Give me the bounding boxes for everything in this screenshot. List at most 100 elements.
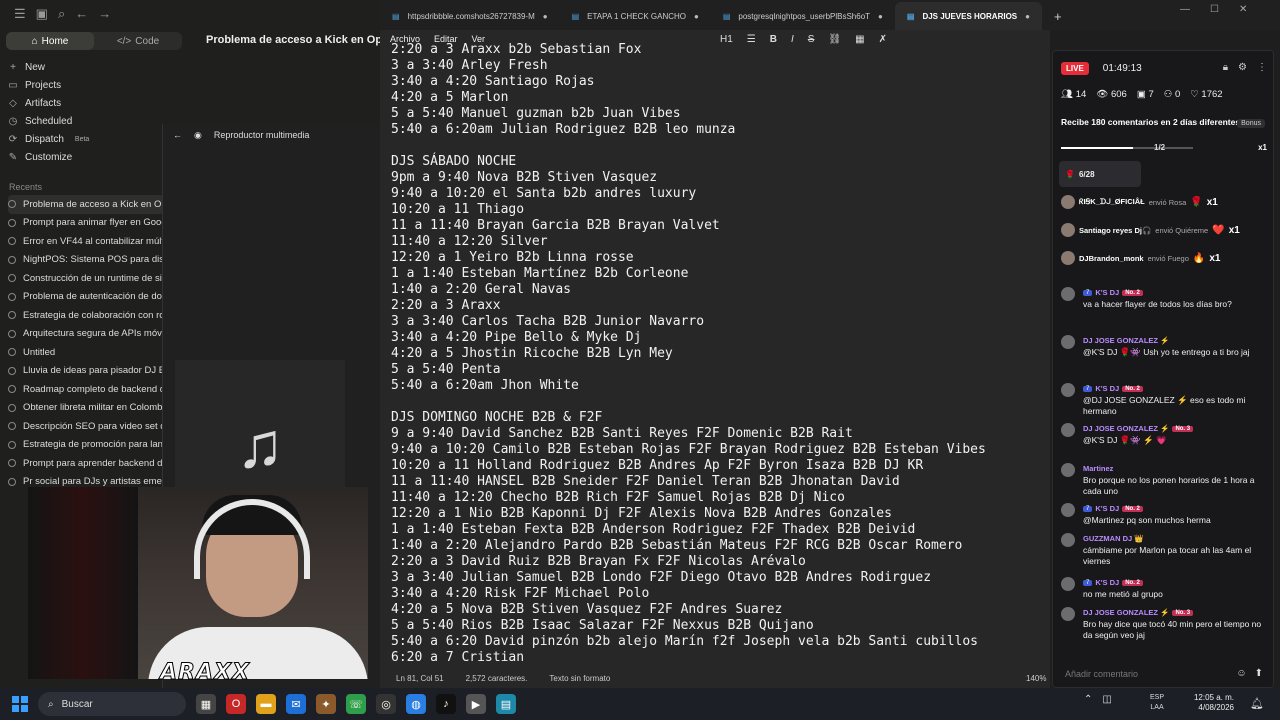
recent-chat-item[interactable]: Error en VF44 al contabilizar múlt xyxy=(8,232,164,251)
back-arrow-icon[interactable]: ← xyxy=(173,130,182,140)
tab-2[interactable]: ▤ ETAPA 1 CHECK GANCHO ● xyxy=(560,2,711,30)
notepad-taskbar-icon[interactable]: ▤ xyxy=(496,694,516,714)
app-icon[interactable]: ✦ xyxy=(316,694,336,714)
recent-chat-item[interactable]: Arquitectura segura de APIs móvi xyxy=(8,325,164,344)
back-arrow-icon[interactable]: ← xyxy=(75,6,88,22)
chat-username[interactable]: K'S DJ xyxy=(1095,504,1119,513)
editor-line: 11:40 a 12:20 Silver xyxy=(391,234,548,249)
dispatch-icon: ⟳ xyxy=(8,133,18,145)
windows-start-icon[interactable] xyxy=(12,696,28,712)
emoji-icon[interactable]: ☺ xyxy=(1236,668,1246,679)
stream-timer: 01:49:13 xyxy=(1102,63,1142,74)
maximize-icon[interactable]: ☐ xyxy=(1210,4,1219,15)
close-tab-icon[interactable]: ● xyxy=(543,12,548,21)
avatar xyxy=(1061,607,1075,621)
lock-icon[interactable]: 🔒︎ xyxy=(1223,62,1228,73)
chat-bubble-icon xyxy=(8,292,16,301)
mail-icon[interactable]: ✉ xyxy=(286,694,306,714)
more-icon[interactable]: ⋮ xyxy=(1257,62,1267,73)
recent-chat-item[interactable]: Untitled xyxy=(8,343,164,362)
sidebar-item-new[interactable]: + New xyxy=(8,58,168,76)
chat-username[interactable]: K'S DJ xyxy=(1095,578,1119,587)
tab-strip: ▤ httpsdribbble.comshots26727839-M ● ▤ ETAPA… xyxy=(380,0,1280,30)
chat-username[interactable]: K'S DJ xyxy=(1095,288,1119,297)
sidebar-item-artifacts[interactable]: ◇ Artifacts xyxy=(8,94,168,112)
avatar xyxy=(1061,287,1075,301)
chevron-up-icon[interactable]: ⌃ xyxy=(1084,694,1092,705)
message-text: @K'S DJ 🌹👾 Ush yo te entrego a ti bro ja… xyxy=(1083,347,1250,357)
recent-chat-item[interactable]: Prompt para aprender backend de xyxy=(8,454,164,473)
sidebar-item-projects[interactable]: ▭ Projects xyxy=(8,76,168,94)
recent-chat-item[interactable]: Estrategia de promoción para lanz xyxy=(8,436,164,455)
widgets-icon[interactable]: ▦ xyxy=(196,694,216,714)
recent-chat-item[interactable]: Prompt para animar flyer en Goog xyxy=(8,214,164,233)
recent-chat-item[interactable]: Roadmap completo de backend de xyxy=(8,380,164,399)
recent-chat-item[interactable]: Problema de acceso a Kick en Ope xyxy=(8,195,164,214)
home-tab[interactable]: ⌂ Home xyxy=(6,32,94,50)
notification-bell-icon[interactable]: 🔔︎ xyxy=(1250,697,1264,710)
sidebar-toggle-icon[interactable]: ▣ xyxy=(36,6,48,22)
sidebar-item-dispatch[interactable]: ⟳ Dispatch Beta xyxy=(8,130,168,148)
message-header: GUZZMAN DJ 👑 xyxy=(1083,534,1144,543)
sidebar-item-scheduled[interactable]: ◷ Scheduled xyxy=(8,112,168,130)
search-icon[interactable]: ⌕ xyxy=(58,6,65,22)
gift-multiplier: x1 xyxy=(1209,252,1221,264)
close-tab-icon[interactable]: ● xyxy=(694,12,699,21)
gifts-count: 7 xyxy=(1148,89,1154,100)
zoom-level[interactable]: 140% xyxy=(1026,674,1046,683)
chat-username[interactable]: K'S DJ xyxy=(1095,384,1119,393)
recent-chat-item[interactable]: Obtener libreta militar en Colomb xyxy=(8,399,164,418)
recent-chat-title: Problema de acceso a Kick en Ope xyxy=(23,198,164,210)
taskbar-search[interactable]: ⌕ Buscar xyxy=(38,692,186,716)
send-icon[interactable]: ⬆ xyxy=(1255,668,1263,679)
file-explorer-icon[interactable]: ▬ xyxy=(256,694,276,714)
tab-3[interactable]: ▤ postgresqlnightpos_userbPlBsSh6oT ● xyxy=(711,2,895,30)
chat-username[interactable]: GUZZMAN DJ 👑 xyxy=(1083,534,1144,543)
avatar xyxy=(1061,533,1075,547)
recent-chat-item[interactable]: Lluvia de ideas para pisador DJ B2 xyxy=(8,362,164,381)
menu-icon[interactable]: ☰ xyxy=(14,6,26,22)
tiktok-icon[interactable]: ♪ xyxy=(436,694,456,714)
recent-chat-item[interactable]: Descripción SEO para video set d xyxy=(8,417,164,436)
close-tab-icon[interactable]: ● xyxy=(878,12,883,21)
forward-arrow-icon[interactable]: → xyxy=(98,6,111,22)
tab-4[interactable]: ▤ DJS JUEVES HORARIOS ● xyxy=(894,2,1042,30)
tab-1[interactable]: ▤ httpsdribbble.comshots26727839-M ● xyxy=(380,2,560,30)
editor-line: 2:20 a 3 Araxx xyxy=(391,298,501,313)
minimize-icon[interactable]: — xyxy=(1180,4,1190,15)
language-indicator[interactable]: ESP LAA xyxy=(1150,693,1164,713)
editor-line: 10:20 a 11 Thiago xyxy=(391,202,525,217)
chat-bubble-icon xyxy=(8,329,16,338)
chat-username[interactable]: Martinez xyxy=(1083,464,1113,473)
whatsapp-icon[interactable]: ☏ xyxy=(346,694,366,714)
settings-icon[interactable]: ⚙ xyxy=(1238,62,1247,73)
editor-line: 5 a 5:40 Penta xyxy=(391,362,501,377)
system-clock[interactable]: 12:05 a. m. 4/08/2026 xyxy=(1186,693,1234,713)
recent-chat-item[interactable]: NightPOS: Sistema POS para disco xyxy=(8,251,164,270)
github-icon[interactable]: ◎ xyxy=(376,694,396,714)
unsaved-dot-icon[interactable]: ● xyxy=(1025,12,1030,21)
viewers-stat: 👥︎ 14 xyxy=(1061,89,1086,100)
opera-icon[interactable]: O xyxy=(226,694,246,714)
level-badge: 7 xyxy=(1083,385,1093,392)
close-icon[interactable]: ✕ xyxy=(1239,4,1247,15)
tab-label: httpsdribbble.comshots26727839-M xyxy=(407,11,535,21)
chrome-icon[interactable]: ◍ xyxy=(406,694,426,714)
comment-input[interactable]: Añadir comentario ☺ ⬆ xyxy=(1059,663,1269,685)
gifts-stat: ▣ 7 xyxy=(1137,89,1154,100)
sidebar-nav: + New ▭ Projects ◇ Artifacts ◷ Scheduled ⟳ Dispat… xyxy=(8,58,168,166)
recent-chat-item[interactable]: Problema de autenticación de dos xyxy=(8,288,164,307)
gifts-counter[interactable]: 🌹 6/28 xyxy=(1059,161,1141,187)
recent-chat-title: Prompt para animar flyer en Goog xyxy=(23,217,164,229)
code-tab[interactable]: </> Code xyxy=(94,32,182,50)
recent-chat-item[interactable]: Construcción de un runtime de si xyxy=(8,269,164,288)
text-editor[interactable]: 2:20 a 3 Araxx b2b Sebastian Fox 3 a 3:40… xyxy=(391,42,1046,668)
chat-username[interactable]: DJ JOSE GONZALEZ ⚡ xyxy=(1083,424,1169,433)
media-player-taskbar-icon[interactable]: ▶ xyxy=(466,694,486,714)
sidebar-item-customize[interactable]: ✎ Customize xyxy=(8,148,168,166)
chat-username[interactable]: DJ JOSE GONZALEZ ⚡ xyxy=(1083,336,1169,345)
recent-chat-item[interactable]: Estrategia de colaboración con rol xyxy=(8,306,164,325)
chat-username[interactable]: DJ JOSE GONZALEZ ⚡ xyxy=(1083,608,1169,617)
app-tray-icon[interactable]: ◫ xyxy=(1102,694,1111,705)
new-tab-button[interactable]: + xyxy=(1042,2,1074,30)
